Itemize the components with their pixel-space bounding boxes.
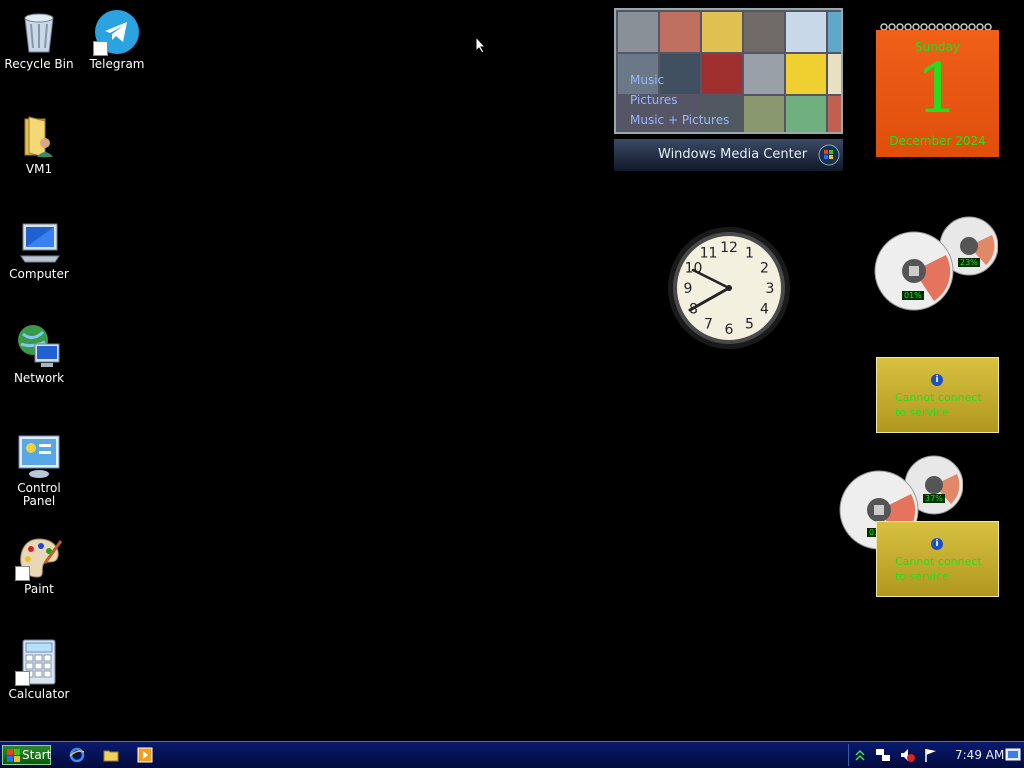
desktop-icon-label: Network [13, 371, 65, 385]
clock-numeral: 1 [745, 246, 754, 262]
calendar-day: 1 [915, 50, 960, 129]
desktop-icon-recycle-bin[interactable]: Recycle Bin [2, 8, 76, 71]
network-icon [15, 322, 63, 370]
action-center-flag-icon[interactable] [923, 747, 939, 763]
desktop-icon-label: Telegram [89, 57, 145, 71]
volume-muted-icon[interactable] [899, 747, 915, 763]
start-label: Start [22, 748, 52, 762]
menu-item-music[interactable]: Music [630, 70, 729, 90]
show-desktop-icon[interactable] [1005, 747, 1021, 763]
media-player-icon[interactable] [137, 747, 153, 763]
clock-numeral: 11 [700, 246, 718, 262]
desktop-icon-control-panel[interactable]: Control Panel [2, 432, 76, 508]
media-center-title-bar[interactable]: Windows Media Center [614, 139, 843, 171]
control-panel-icon [15, 432, 63, 480]
calendar-gadget[interactable]: Sunday 1 December 2024 [876, 20, 999, 157]
start-button[interactable]: Start [2, 745, 51, 765]
desktop-icon-label: Calculator [8, 687, 70, 701]
weather-error-line2: to service [895, 570, 949, 583]
cpu-usage-readout: 01% [902, 291, 924, 300]
show-hidden-icons-icon[interactable] [855, 748, 865, 762]
media-center-gadget[interactable]: Music Pictures Music + Pictures Windows … [614, 8, 843, 173]
desktop-icon-label: Recycle Bin [4, 57, 74, 71]
media-center-tiles: Music Pictures Music + Pictures [614, 8, 843, 134]
info-icon: i [931, 538, 943, 550]
weather-error-line1: Cannot connect [895, 391, 982, 404]
shortcut-arrow-icon [93, 41, 108, 56]
media-center-title: Windows Media Center [658, 147, 808, 162]
desktop-icon-network[interactable]: Network [2, 322, 76, 385]
media-center-menu: Music Pictures Music + Pictures [630, 70, 729, 130]
system-tray: 7:49 AM [848, 744, 1024, 766]
memory-usage-readout: 37% [923, 494, 945, 503]
clock-numeral: 3 [766, 281, 775, 297]
clock-numeral: 7 [704, 317, 713, 333]
desktop-icon-label: VM1 [25, 162, 53, 176]
weather-gadget[interactable]: i Cannot connect to service [876, 357, 999, 433]
desktop-icon-paint[interactable]: Paint [2, 533, 76, 596]
clock-numeral: 5 [745, 317, 754, 333]
menu-item-pictures[interactable]: Pictures [630, 90, 729, 110]
taskbar-clock[interactable]: 7:49 AM [955, 748, 1004, 762]
desktop-icon-telegram[interactable]: Telegram [80, 8, 154, 71]
recycle-bin-icon [15, 8, 63, 56]
shortcut-arrow-icon [15, 671, 30, 686]
menu-item-music-pictures[interactable]: Music + Pictures [630, 110, 729, 130]
shortcut-arrow-icon [15, 566, 30, 581]
weather-error-line1: Cannot connect [895, 555, 982, 568]
calendar-month-year: December 2024 [889, 134, 986, 148]
info-icon: i [931, 374, 943, 386]
desktop-icon-label: Control Panel [17, 481, 61, 508]
weather-gadget[interactable]: i Cannot connect to service [876, 521, 999, 597]
paint-palette-icon [15, 533, 63, 581]
internet-explorer-icon[interactable] [69, 747, 85, 763]
clock-numeral: 6 [725, 322, 734, 338]
taskbar: Start 7:49 AM [0, 741, 1024, 768]
weather-error-line2: to service [895, 406, 949, 419]
desktop-icon-label: Paint [24, 582, 54, 596]
memory-usage-readout: 23% [958, 258, 980, 267]
network-status-icon[interactable] [875, 747, 891, 763]
desktop-icon-label: Computer [9, 267, 69, 281]
calculator-icon [15, 638, 63, 686]
clock-numeral: 4 [760, 302, 769, 318]
folder-icon[interactable] [103, 747, 119, 763]
cpu-meter-gadget[interactable]: 01% 23% [874, 215, 999, 311]
clock-gadget[interactable]: 121234567891011 [666, 225, 792, 351]
desktop-icon-computer[interactable]: Computer [2, 218, 76, 281]
clock-numeral: 2 [760, 261, 769, 277]
telegram-icon [93, 8, 141, 56]
windows-flag-icon [7, 749, 20, 762]
clock-numeral: 12 [720, 240, 738, 256]
windows-orb-icon [818, 144, 840, 166]
desktop-icon-calculator[interactable]: Calculator [2, 638, 76, 701]
clock-numeral: 9 [684, 281, 693, 297]
mouse-cursor-icon [475, 36, 487, 54]
computer-icon [15, 218, 63, 266]
desktop-icon-vm1[interactable]: VM1 [2, 113, 76, 176]
user-folder-icon [15, 113, 63, 161]
